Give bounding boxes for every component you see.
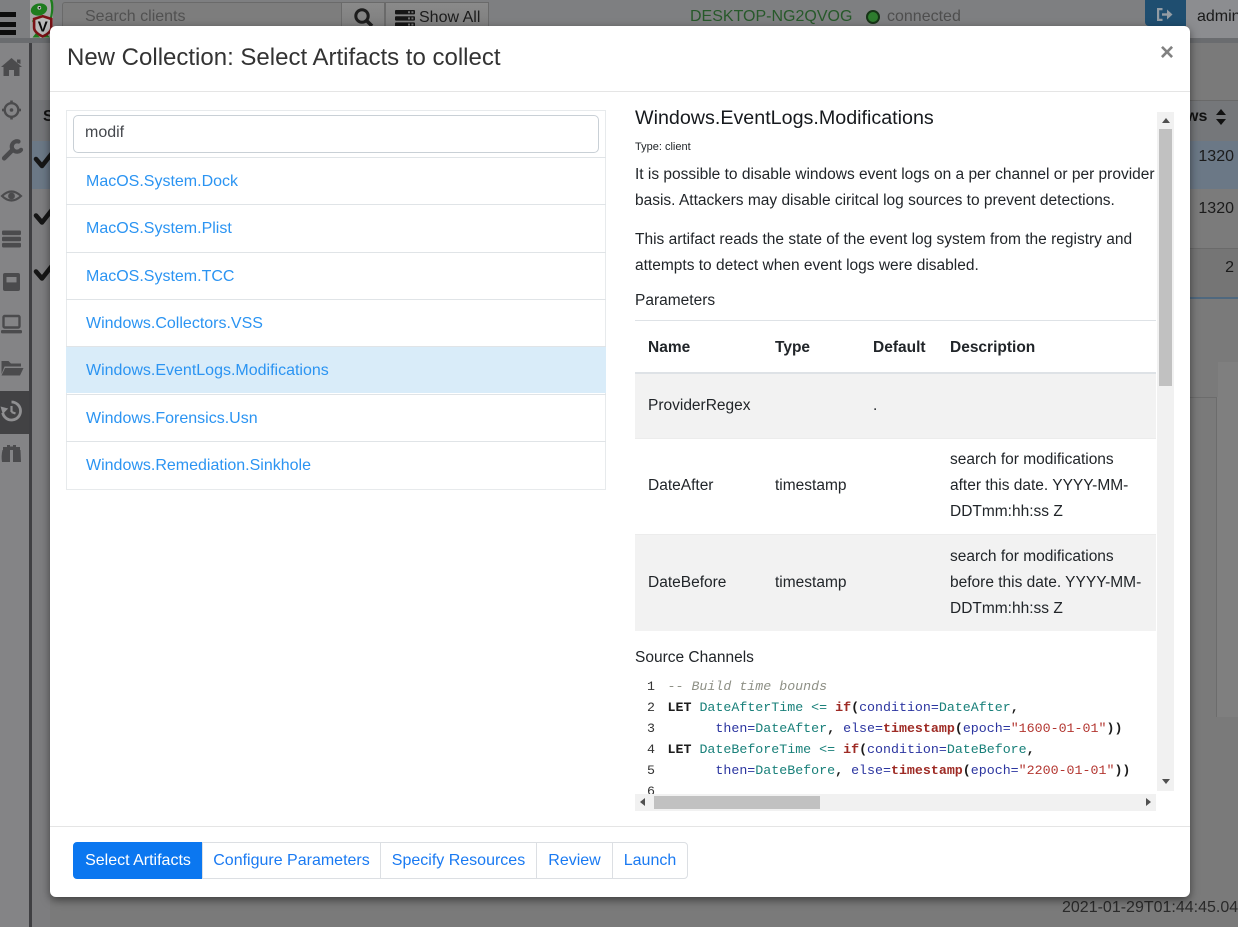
svg-text:V: V bbox=[38, 19, 48, 36]
